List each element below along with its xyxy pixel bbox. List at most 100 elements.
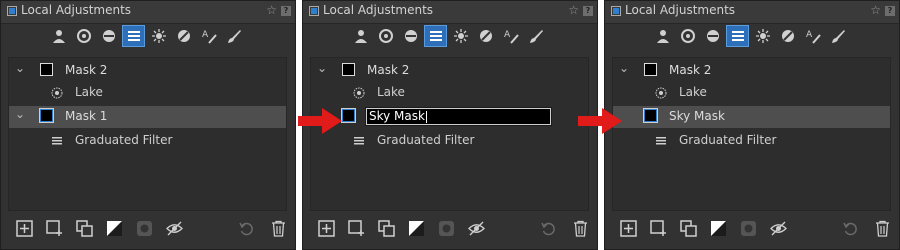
gradient-mask-icon[interactable] [72,25,95,47]
chevron-down-icon[interactable]: ⌄ [15,107,25,121]
brush-icon[interactable] [222,25,245,47]
mask-display-button[interactable] [438,220,455,237]
duplicate-button[interactable] [76,220,93,237]
invert-mask-button[interactable] [710,220,727,237]
mask-display-button[interactable] [740,220,757,237]
mask-display-button[interactable] [136,220,153,237]
arrow-right-icon [578,108,622,134]
person-brush-icon[interactable] [651,25,674,47]
svg-text:A: A [202,30,209,40]
list-item[interactable]: Graduated Filter [311,130,588,152]
bottom-toolbar [8,217,287,241]
radial-mask-icon[interactable] [399,25,422,47]
magic-wand-icon[interactable] [147,25,170,47]
radial-mask-icon[interactable] [97,25,120,47]
mask-name-input-text: Sky Mask [369,109,425,123]
star-icon[interactable]: ☆ [568,3,579,17]
text-brush-icon[interactable]: A [197,25,220,47]
brush-icon[interactable] [826,25,849,47]
chevron-down-icon[interactable]: ⌄ [15,61,25,75]
trash-icon[interactable] [874,220,891,237]
tool-strip: A [651,25,849,49]
panel-title: Local Adjustments [21,3,132,17]
invert-mask-button[interactable] [106,220,123,237]
gradient-filter-icon [354,137,364,145]
layers-list-icon[interactable] [122,25,145,47]
visibility-icon[interactable] [166,220,183,237]
trash-icon[interactable] [270,220,287,237]
gradient-mask-icon[interactable] [374,25,397,47]
undo-icon[interactable] [238,220,255,237]
add-mask-button[interactable] [620,220,637,237]
layers-list-icon[interactable] [726,25,749,47]
mask-thumbnail [644,63,657,76]
list-item[interactable]: Lake [311,82,588,104]
mask-label: Mask 2 [65,63,108,77]
panel-title: Local Adjustments [323,3,434,17]
list-item[interactable]: ⌄ Mask 2 [311,60,588,82]
gradient-mask-icon[interactable] [676,25,699,47]
bottom-toolbar [612,217,891,241]
list-item[interactable]: ⌄ Mask 2 [9,60,286,82]
invert-mask-button[interactable] [408,220,425,237]
duplicate-button[interactable] [378,220,395,237]
list-item[interactable]: Lake [9,82,286,104]
help-button[interactable]: ? [583,6,593,16]
list-item[interactable]: Lake [613,82,890,104]
panel-header: Local Adjustments ☆ ? [605,1,899,24]
help-button[interactable]: ? [885,6,895,16]
layers-list-icon[interactable] [424,25,447,47]
arrow-right-icon [298,108,342,134]
mask-list: ⌄ Mask 2 Lake ⌄ Mask 1 Graduated Filter [8,57,287,211]
star-icon[interactable]: ☆ [266,3,277,17]
help-button[interactable]: ? [281,6,291,16]
list-item[interactable]: Graduated Filter [613,130,890,152]
list-item[interactable]: Graduated Filter [9,130,286,152]
local-adjustments-panel-3: Local Adjustments ☆ ? A ⌄ Mask 2 Lake Sk… [604,0,900,250]
list-item[interactable]: Sky Mask [613,106,890,128]
eraser-icon[interactable] [474,25,497,47]
panel-icon [611,6,621,16]
add-mask-button[interactable] [318,220,335,237]
mask-thumbnail [342,109,355,122]
mask-thumbnail [40,109,53,122]
undo-icon[interactable] [842,220,859,237]
bottom-toolbar [310,217,589,241]
text-brush-icon[interactable]: A [499,25,522,47]
visibility-icon[interactable] [770,220,787,237]
eraser-icon[interactable] [172,25,195,47]
add-mask-button[interactable] [16,220,33,237]
radial-mask-icon[interactable] [701,25,724,47]
list-item[interactable]: ⌄ Mask 1 [9,106,286,128]
chevron-down-icon[interactable]: ⌄ [317,61,327,75]
trash-icon[interactable] [572,220,589,237]
person-brush-icon[interactable] [349,25,372,47]
add-sublayer-button[interactable] [348,220,365,237]
local-adjustments-panel-1: Local Adjustments ☆ ? A ⌄ Mask 2 Lake ⌄ … [0,0,296,250]
text-brush-icon[interactable]: A [801,25,824,47]
magic-wand-icon[interactable] [751,25,774,47]
list-item[interactable]: ⌄ Mask 2 [613,60,890,82]
panel-header: Local Adjustments ☆ ? [1,1,295,24]
gradient-filter-icon [656,137,666,145]
sub-layer-label: Lake [679,85,707,99]
chevron-down-icon[interactable]: ⌄ [619,61,629,75]
eraser-icon[interactable] [776,25,799,47]
tool-strip: A [349,25,547,49]
duplicate-button[interactable] [680,220,697,237]
mask-name-input[interactable]: Sky Mask [365,107,552,126]
person-brush-icon[interactable] [47,25,70,47]
star-icon[interactable]: ☆ [870,3,881,17]
panel-icon [7,6,17,16]
panel-title: Local Adjustments [625,3,736,17]
mask-list: ⌄ Mask 2 Lake Sky Mask Graduated Filter [310,57,589,211]
add-sublayer-button[interactable] [650,220,667,237]
undo-icon[interactable] [540,220,557,237]
magic-wand-icon[interactable] [449,25,472,47]
add-sublayer-button[interactable] [46,220,63,237]
mask-thumbnail [342,63,355,76]
list-item[interactable]: Sky Mask [311,106,588,128]
visibility-icon[interactable] [468,220,485,237]
brush-icon[interactable] [524,25,547,47]
sub-layer-label: Lake [377,85,405,99]
